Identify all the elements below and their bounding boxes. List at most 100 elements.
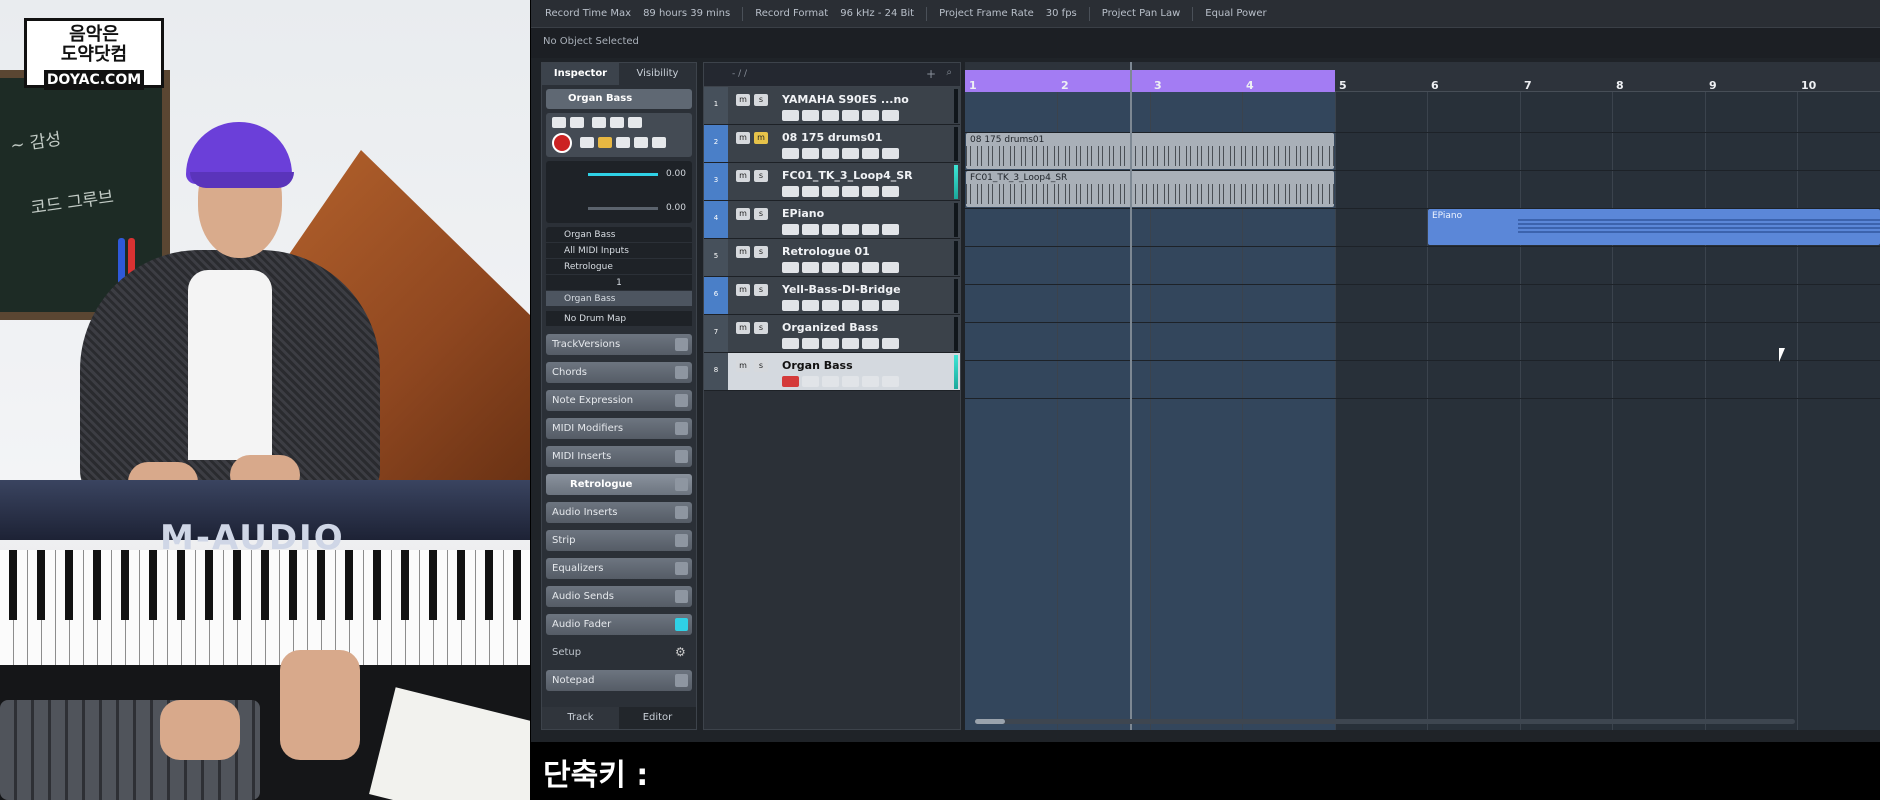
track-name[interactable]: Retrologue 01 xyxy=(782,245,870,258)
rec-button[interactable] xyxy=(782,110,799,121)
routing-input[interactable]: All MIDI Inputs xyxy=(546,243,692,259)
track-row[interactable]: 4 m s EPiano xyxy=(704,201,960,239)
lane-button[interactable] xyxy=(842,376,859,387)
lane-button[interactable] xyxy=(842,338,859,349)
record-time-label[interactable]: Record Time Max xyxy=(545,8,631,19)
mute-button[interactable]: m xyxy=(736,246,750,258)
write-button[interactable] xyxy=(882,338,899,349)
track-row[interactable]: 2 m m 08 175 drums01 xyxy=(704,125,960,163)
track-name[interactable]: FC01_TK_3_Loop4_SR xyxy=(782,169,913,182)
scrollbar-thumb[interactable] xyxy=(975,719,1005,724)
solo-button[interactable] xyxy=(570,117,584,128)
mute-button[interactable]: m xyxy=(736,284,750,296)
mute-button[interactable]: m xyxy=(736,94,750,106)
volume-value[interactable]: 0.00 xyxy=(666,169,686,179)
lock-button[interactable] xyxy=(598,137,612,148)
track-row[interactable]: 6 m s Yell-Bass-DI-Bridge xyxy=(704,277,960,315)
section-strip[interactable]: Strip xyxy=(546,530,692,551)
write-button[interactable] xyxy=(882,110,899,121)
record-format-label[interactable]: Record Format xyxy=(755,8,828,19)
section-audio-sends[interactable]: Audio Sends xyxy=(546,586,692,607)
section-equalizers[interactable]: Equalizers xyxy=(546,558,692,579)
track-row[interactable]: 7 m s Organized Bass xyxy=(704,315,960,353)
edit-button[interactable] xyxy=(822,110,839,121)
mute-button[interactable]: m xyxy=(736,170,750,182)
write-button[interactable] xyxy=(610,117,624,128)
power-icon[interactable] xyxy=(675,478,688,491)
edit-button[interactable] xyxy=(822,148,839,159)
write-button[interactable] xyxy=(882,148,899,159)
lane-button[interactable] xyxy=(842,148,859,159)
monitor-button[interactable] xyxy=(802,300,819,311)
record-time-value[interactable]: 89 hours 39 mins xyxy=(643,8,730,19)
section-midi-modifiers[interactable]: MIDI Modifiers xyxy=(546,418,692,439)
arrange-window[interactable]: 1 2 3 4 5 6 7 8 9 10 08 175 drums01 FC01… xyxy=(965,62,1880,730)
audio-event-drums[interactable]: 08 175 drums01 xyxy=(966,133,1334,169)
read-button[interactable] xyxy=(862,376,879,387)
read-button[interactable] xyxy=(862,186,879,197)
solo-button[interactable]: s xyxy=(754,284,768,296)
edit-button[interactable] xyxy=(628,117,642,128)
pan-law-value[interactable]: Equal Power xyxy=(1205,8,1266,19)
section-audio-inserts[interactable]: Audio Inserts xyxy=(546,502,692,523)
solo-button[interactable]: s xyxy=(754,208,768,220)
record-enable-button[interactable] xyxy=(552,133,572,153)
track-name[interactable]: Yell-Bass-DI-Bridge xyxy=(782,283,901,296)
inspector-track-name[interactable]: Organ Bass xyxy=(546,89,692,109)
section-trackversions[interactable]: TrackVersions xyxy=(546,334,692,355)
edit-button[interactable] xyxy=(822,262,839,273)
lane-button[interactable] xyxy=(842,262,859,273)
edit-button[interactable] xyxy=(822,338,839,349)
monitor-button[interactable] xyxy=(802,186,819,197)
read-button[interactable] xyxy=(862,300,879,311)
rec-button[interactable] xyxy=(782,338,799,349)
tab-inspector[interactable]: Inspector xyxy=(542,63,619,85)
read-button[interactable] xyxy=(862,338,879,349)
read-button[interactable] xyxy=(862,148,879,159)
mute-button[interactable]: m xyxy=(736,322,750,334)
audio-event-loop[interactable]: FC01_TK_3_Loop4_SR xyxy=(966,171,1334,207)
cycle-marker[interactable] xyxy=(965,70,1335,92)
solo-button[interactable]: s xyxy=(754,246,768,258)
read-button[interactable] xyxy=(592,117,606,128)
mute-button[interactable]: m xyxy=(736,360,750,372)
frame-rate-value[interactable]: 30 fps xyxy=(1046,8,1077,19)
track-name[interactable]: Organ Bass xyxy=(782,359,853,372)
mute-button[interactable] xyxy=(552,117,566,128)
search-icon[interactable]: ⌕ xyxy=(946,67,952,78)
section-midi-inserts[interactable]: MIDI Inserts xyxy=(546,446,692,467)
tab-visibility[interactable]: Visibility xyxy=(619,63,696,85)
tab-track[interactable]: Track xyxy=(542,707,619,729)
tab-editor[interactable]: Editor xyxy=(619,707,696,729)
edit-button[interactable] xyxy=(822,186,839,197)
monitor-button[interactable] xyxy=(802,148,819,159)
solo-button[interactable]: s xyxy=(754,170,768,182)
section-chords[interactable]: Chords xyxy=(546,362,692,383)
write-button[interactable] xyxy=(882,262,899,273)
write-button[interactable] xyxy=(882,186,899,197)
record-format-value[interactable]: 96 kHz - 24 Bit xyxy=(840,8,914,19)
routing-output[interactable]: Organ Bass xyxy=(546,227,692,243)
mute-button[interactable]: m xyxy=(736,208,750,220)
section-audio-fader[interactable]: Audio Fader xyxy=(546,614,692,635)
read-button[interactable] xyxy=(862,110,879,121)
read-button[interactable] xyxy=(862,262,879,273)
instrument-name[interactable]: Organ Bass xyxy=(546,291,692,307)
edit-button[interactable] xyxy=(822,224,839,235)
monitor-button[interactable] xyxy=(802,110,819,121)
mute-button[interactable]: m xyxy=(736,132,750,144)
monitor-button[interactable] xyxy=(580,137,594,148)
solo-button[interactable]: s xyxy=(754,94,768,106)
rec-button[interactable] xyxy=(782,148,799,159)
channel-settings-button[interactable] xyxy=(634,137,648,148)
instrument-editor-button[interactable] xyxy=(652,137,666,148)
routing-instrument[interactable]: Retrologue xyxy=(546,259,692,275)
track-name[interactable]: YAMAHA S90ES ...no xyxy=(782,93,909,106)
track-row-selected[interactable]: 8 m s Organ Bass xyxy=(704,353,960,391)
section-note-expression[interactable]: Note Expression xyxy=(546,390,692,411)
section-setup[interactable]: Setup ⚙ xyxy=(546,642,692,663)
rec-button[interactable] xyxy=(782,300,799,311)
track-row[interactable]: 3 m s FC01_TK_3_Loop4_SR xyxy=(704,163,960,201)
add-track-icon[interactable]: + xyxy=(926,67,936,81)
edit-button[interactable] xyxy=(822,376,839,387)
